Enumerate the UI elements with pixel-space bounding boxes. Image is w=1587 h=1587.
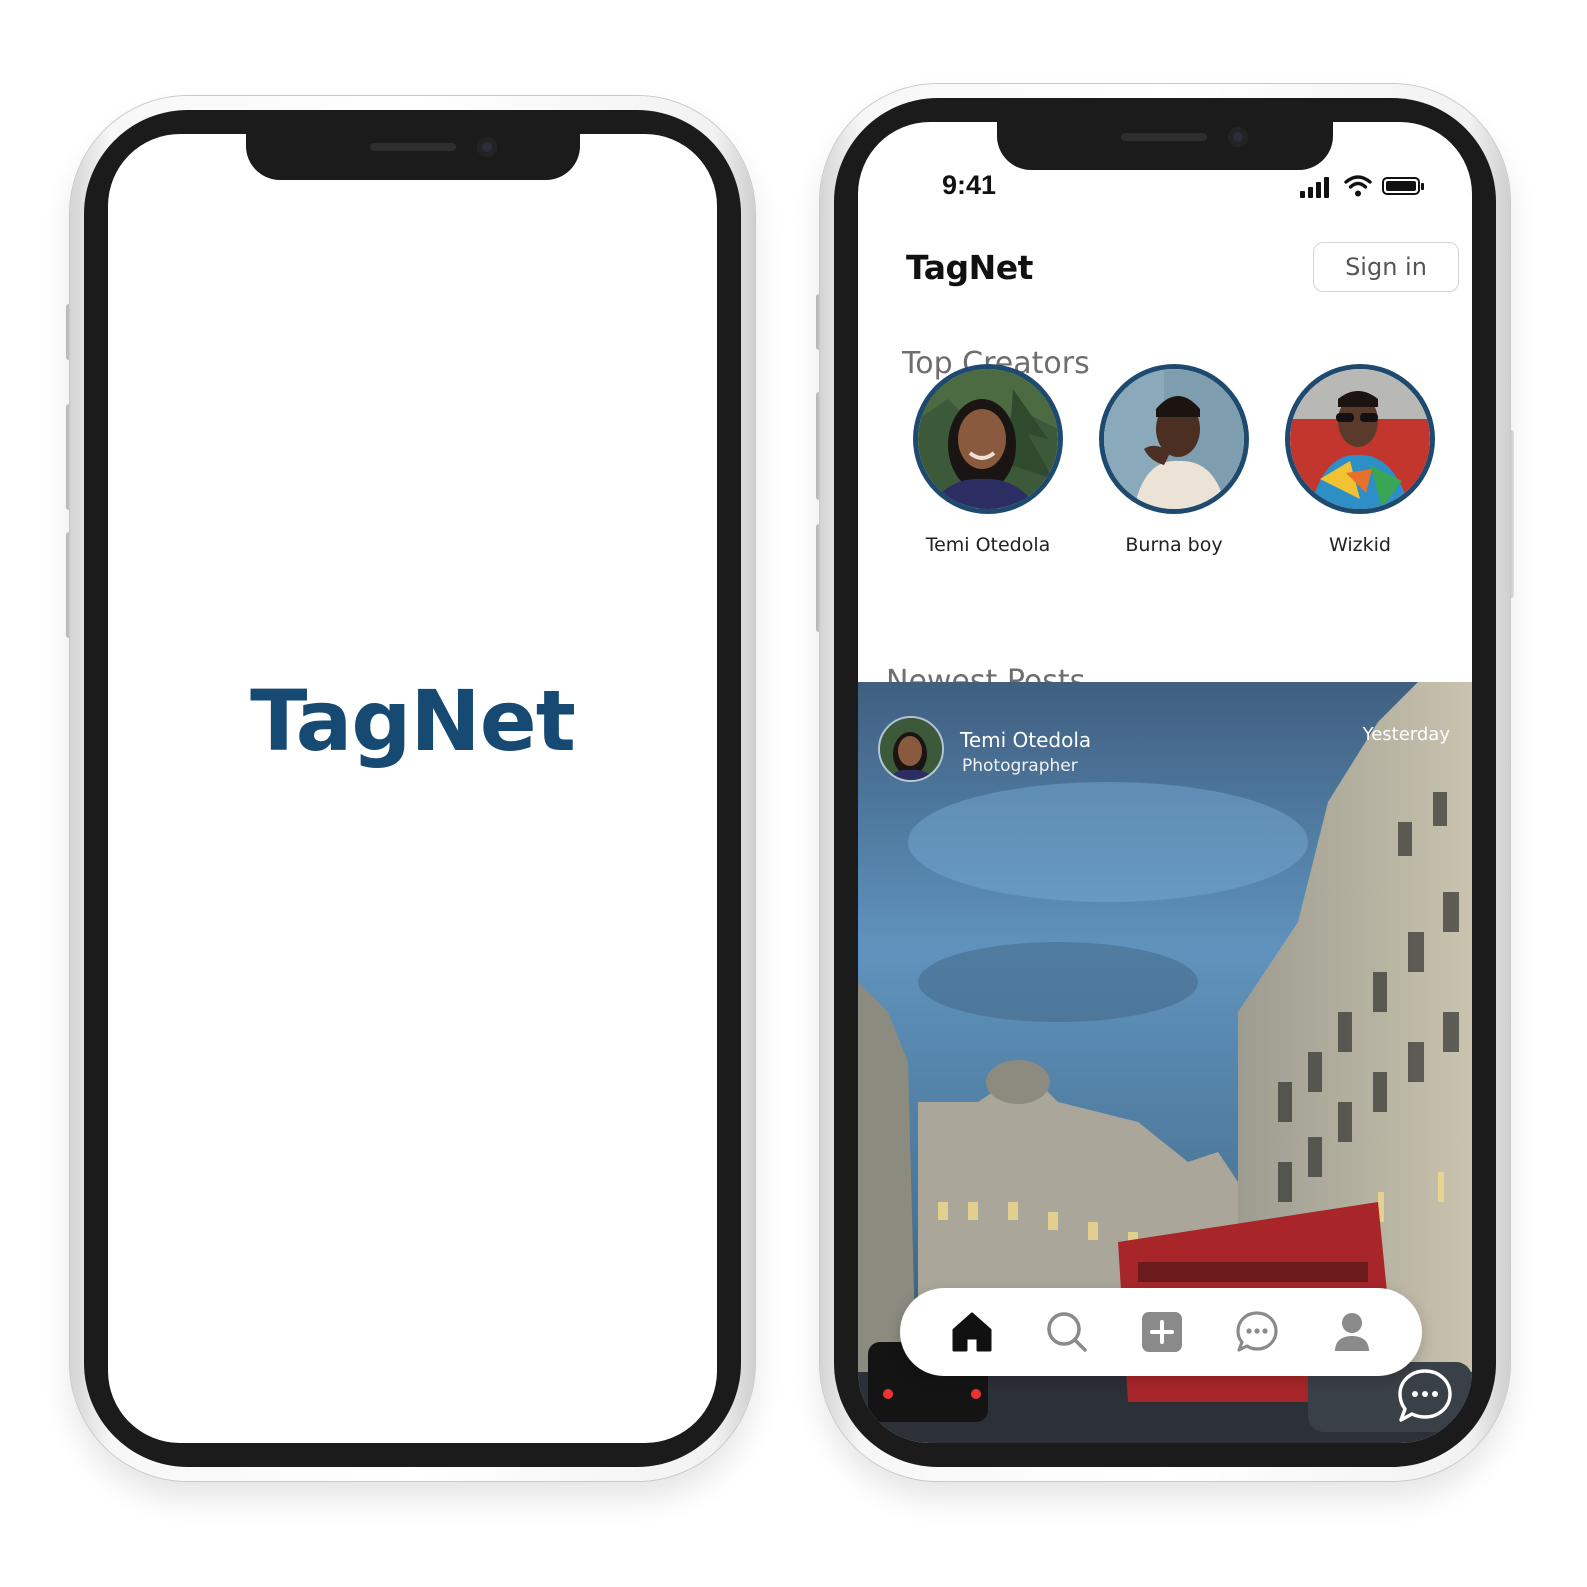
front-camera: [1228, 127, 1248, 147]
creator-avatar[interactable]: [913, 364, 1063, 514]
messages-icon: [1236, 1311, 1278, 1352]
post-timestamp: Yesterday: [1362, 724, 1450, 745]
front-camera: [476, 137, 497, 157]
profile-icon: [1335, 1313, 1369, 1351]
app-title: TagNet: [906, 248, 1033, 287]
post-author-role: Photographer: [962, 756, 1078, 776]
home-phone: 9:41 TagNet Sign in Top Creators Temi Ot…: [816, 84, 1514, 1481]
post-author-name[interactable]: Temi Otedola: [960, 728, 1091, 752]
post-header: Temi Otedola Photographer Yesterday: [878, 716, 1452, 784]
creator-avatar[interactable]: [1285, 364, 1435, 514]
splash-logo-text: TagNet: [250, 672, 576, 770]
nav-home[interactable]: [946, 1306, 998, 1358]
creator-avatar[interactable]: [1099, 364, 1249, 514]
cellular-signal-icon: [1300, 176, 1334, 198]
creator-card[interactable]: Temi Otedola: [898, 364, 1078, 556]
wifi-icon: [1344, 175, 1372, 197]
home-screen: 9:41 TagNet Sign in Top Creators Temi Ot…: [858, 122, 1472, 1443]
status-time: 9:41: [942, 170, 997, 200]
nav-search[interactable]: [1041, 1306, 1093, 1358]
creator-card[interactable]: Wizkid: [1270, 364, 1450, 556]
creator-name: Burna boy: [1125, 534, 1223, 556]
speaker-grille: [1121, 133, 1207, 141]
status-icons: [1300, 174, 1430, 200]
splash-screen: TagNet: [108, 134, 717, 1443]
home-icon: [952, 1312, 992, 1352]
battery-icon: [1382, 177, 1424, 195]
splash-phone: TagNet: [66, 96, 755, 1481]
nav-profile[interactable]: [1326, 1306, 1378, 1358]
phone-notch: [245, 132, 580, 180]
phone-notch: [997, 122, 1333, 170]
creator-name: Wizkid: [1329, 534, 1391, 556]
sign-in-button[interactable]: Sign in: [1313, 242, 1459, 292]
chat-bubble-icon[interactable]: [1396, 1367, 1454, 1425]
add-post-icon: [1142, 1312, 1182, 1352]
search-icon: [1047, 1312, 1087, 1352]
post-card[interactable]: Temi Otedola Photographer Yesterday: [858, 682, 1472, 1443]
top-creators-row: Temi Otedola Burna boy Wizkid: [898, 364, 1458, 556]
nav-add-post[interactable]: [1136, 1306, 1188, 1358]
speaker-grille: [369, 143, 456, 151]
nav-messages[interactable]: [1231, 1306, 1283, 1358]
creator-card[interactable]: Burna boy: [1084, 364, 1264, 556]
post-author-avatar[interactable]: [878, 716, 944, 782]
bottom-nav-bar: [900, 1288, 1422, 1376]
creator-name: Temi Otedola: [925, 534, 1051, 556]
